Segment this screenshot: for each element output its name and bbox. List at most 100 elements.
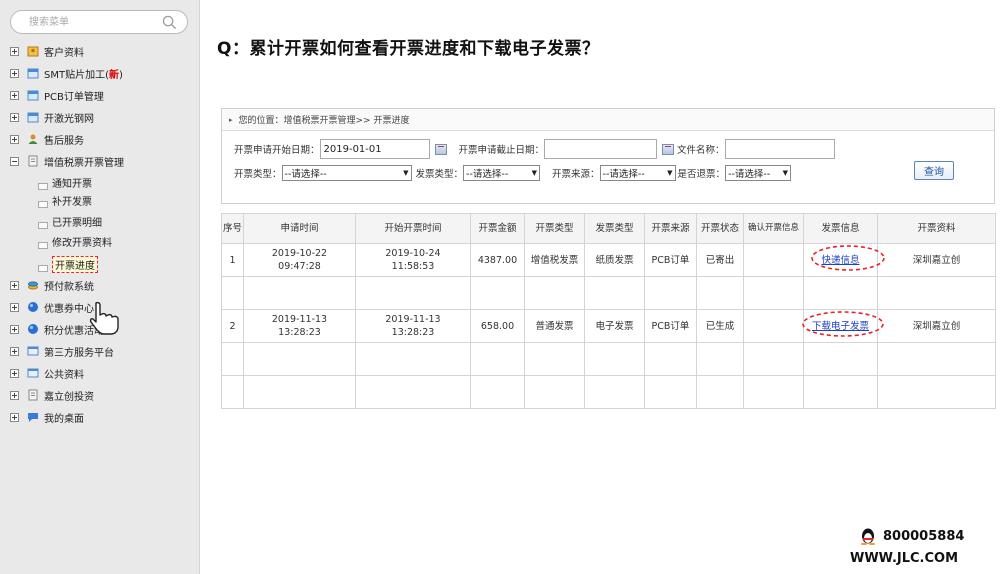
filename-label: 文件名称： [677,145,725,156]
column-header: 发票类型 [584,213,645,244]
expand-icon[interactable] [10,134,19,144]
sidebar-item-vat-invoice[interactable]: 增值税票开票管理 [0,150,200,172]
sidebar-item-label: SMT贴片加工(新) [44,69,123,81]
fapiao-type-label: 发票类型： [415,169,464,180]
cell-data: 深圳嘉立创 [877,243,996,277]
start-date-input[interactable]: 2019-01-01 [319,139,430,159]
cell-amount: 4387.00 [470,243,525,277]
page-icon [38,241,48,249]
highlight-circle [802,310,884,337]
calendar-icon [27,89,39,101]
subitem-invoice-progress[interactable]: 开票进度 [38,255,98,273]
invoice-progress-table: 序号 申请时间 开始开票时间 开票金额 开票类型 发票类型 开票来源 开票状态 … [221,213,996,409]
document-icon [27,155,39,167]
expand-icon[interactable] [10,368,19,378]
qq-contact: 800005884 [859,527,964,545]
sidebar-item-prepayment[interactable]: 预付款系统 [0,274,200,296]
qq-penguin-icon [861,528,875,545]
sidebar-item-label: 我的桌面 [44,413,84,425]
menu-search-box[interactable] [10,10,188,34]
window-icon [27,345,39,357]
cell-info: 下载电子发票 [802,309,884,343]
search-icon[interactable] [162,15,177,30]
table-row: 1 2019-10-22 09:47:28 2019-10-24 11:58:53 … [221,243,996,277]
query-button[interactable]: 查询 [914,161,954,180]
sidebar-item-after-sales[interactable]: 售后服务 [0,128,200,150]
people-icon [27,133,39,145]
sidebar-item-label: 客户资料 [44,47,84,59]
filename-input[interactable] [724,139,835,159]
subitem-invoiced-details[interactable]: 已开票明细 [38,212,102,230]
cell-confirm [743,243,804,277]
menu-search-input[interactable] [29,15,159,30]
subitem-reissue-invoice[interactable]: 补开发票 [38,191,92,209]
end-date-input[interactable] [544,139,658,159]
column-header: 开票金额 [470,213,525,244]
fapiao-type-select[interactable]: --请选择-- ▼ [463,165,541,181]
cell-source: PCB订单 [644,243,697,277]
expand-icon[interactable] [10,112,19,122]
globe-icon [27,323,39,335]
expand-icon[interactable] [10,90,19,100]
cell-status: 已生成 [696,309,744,343]
sidebar-item-label: 公共资料 [44,369,84,381]
column-header: 开票资料 [877,213,996,244]
source-select[interactable]: --请选择-- ▼ [599,165,676,181]
expand-icon[interactable] [10,412,19,422]
expand-icon[interactable] [10,302,19,312]
sidebar-item-smt[interactable]: SMT贴片加工(新) [0,62,200,84]
qq-number: 800005884 [883,528,965,544]
cell-invoice-type: 增值税发票 [524,243,585,277]
subitem-notify-invoice[interactable]: 通知开票 [38,173,92,191]
calendar-picker-icon[interactable] [434,143,447,155]
sidebar-item-investment[interactable]: 嘉立创投资 [0,384,200,406]
sidebar-item-stencil[interactable]: 开激光钢网 [0,106,200,128]
calendar-picker-icon[interactable] [662,143,675,155]
cell-source: PCB订单 [644,309,697,343]
filter-row-1: 开票申请开始日期： 2019-01-01 开票申请截止日期： 文件名称： [234,139,835,159]
table-header-row: 序号 申请时间 开始开票时间 开票金额 开票类型 发票类型 开票来源 开票状态 … [221,213,996,244]
invoice-type-select[interactable]: --请选择-- ▼ [281,165,412,181]
expand-icon[interactable] [10,324,19,334]
invoice-type-label: 开票类型： [234,169,282,180]
hand-cursor-icon [89,301,119,335]
cell-fapiao-type: 纸质发票 [584,243,645,277]
calendar-icon [27,67,39,79]
page-icon [38,221,48,229]
expand-icon[interactable] [10,46,19,56]
expand-icon[interactable] [10,68,19,78]
sidebar-item-label: 售后服务 [44,135,84,147]
cell-fapiao-type: 电子发票 [584,309,645,343]
page-title: Q：累计开票如何查看开票进度和下载电子发票？ [217,39,600,59]
end-date-label: 开票申请截止日期： [458,145,545,156]
column-header: 开票状态 [696,213,744,244]
expand-icon[interactable] [10,390,19,400]
source-label: 开票来源： [552,169,600,180]
cell-amount: 658.00 [470,309,525,343]
expand-icon[interactable] [10,346,19,356]
cell-invoice-type: 普通发票 [524,309,585,343]
sidebar-item-label: 预付款系统 [44,281,94,293]
column-header: 开始开票时间 [355,213,471,244]
expand-icon[interactable] [10,280,19,290]
page-icon [38,200,48,208]
sidebar-item-third-party[interactable]: 第三方服务平台 [0,340,200,362]
subitem-modify-invoice-info[interactable]: 修改开票资料 [38,232,112,250]
sidebar-item-customer[interactable]: 客户资料 [0,40,200,62]
globe-icon [27,301,39,313]
window-icon [27,367,39,379]
sidebar-item-pcb-orders[interactable]: PCB订单管理 [0,84,200,106]
sidebar-item-label: 增值税票开票管理 [44,157,124,169]
cell-apply-time: 2019-10-22 09:47:28 [243,243,356,277]
sidebar-item-my-desktop[interactable]: 我的桌面 [0,406,200,428]
collapse-icon[interactable] [10,156,19,166]
sidebar-item-label: 开激光钢网 [44,113,94,125]
refund-select[interactable]: --请选择-- ▼ [725,165,792,181]
highlight-circle [811,244,886,271]
table-row [221,276,996,310]
chat-bubble-icon [27,411,39,423]
sidebar-item-public-info[interactable]: 公共资料 [0,362,200,384]
cell-info: 快递信息 [803,243,886,277]
page-icon [38,264,48,272]
column-header: 申请时间 [243,213,356,244]
